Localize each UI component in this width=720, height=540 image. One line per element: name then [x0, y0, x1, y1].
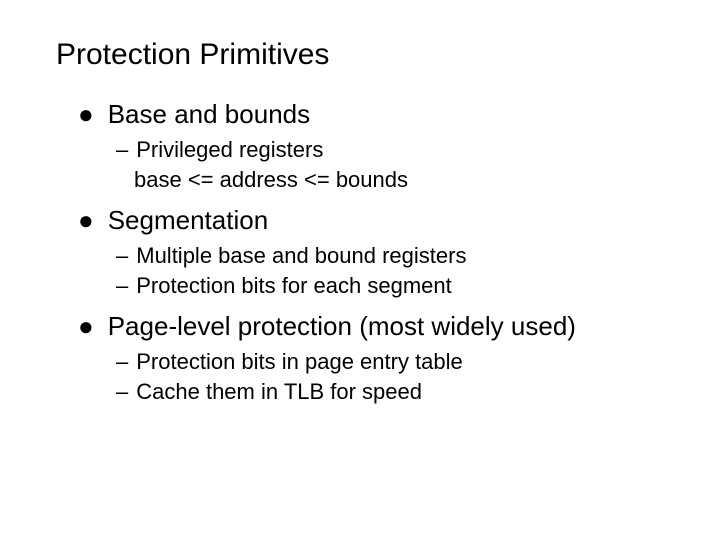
sub-text: Protection bits in page entry table — [136, 348, 463, 376]
dash-icon: – — [116, 272, 128, 300]
sub-item: – Protection bits in page entry table — [116, 348, 670, 376]
slide-title: Protection Primitives — [56, 38, 670, 72]
slide: Protection Primitives ● Base and bounds … — [0, 0, 720, 540]
dash-icon: – — [116, 136, 128, 164]
dash-icon: – — [116, 242, 128, 270]
bullet-label: Base and bounds — [108, 98, 310, 130]
sub-item: – Privileged registers — [116, 136, 670, 164]
sub-item: – Multiple base and bound registers — [116, 242, 670, 270]
bullet-label: Page-level protection (most widely used) — [108, 310, 576, 342]
sub-text: Cache them in TLB for speed — [136, 378, 422, 406]
sub-text: Protection bits for each segment — [136, 272, 452, 300]
bullet-label: Segmentation — [108, 204, 268, 236]
bullet-item: ● Base and bounds — [78, 98, 670, 130]
sub-text: Multiple base and bound registers — [136, 242, 466, 270]
bullet-item: ● Segmentation — [78, 204, 670, 236]
bullet-item: ● Page-level protection (most widely use… — [78, 310, 670, 342]
dash-icon: – — [116, 378, 128, 406]
sub-item: – Cache them in TLB for speed — [116, 378, 670, 406]
sub-text: Privileged registers — [136, 136, 323, 164]
bullet-icon: ● — [78, 204, 94, 236]
bullet-icon: ● — [78, 98, 94, 130]
dash-icon: – — [116, 348, 128, 376]
bullet-icon: ● — [78, 310, 94, 342]
sub-item: – Protection bits for each segment — [116, 272, 670, 300]
sub-text-continuation: base <= address <= bounds — [134, 166, 670, 194]
